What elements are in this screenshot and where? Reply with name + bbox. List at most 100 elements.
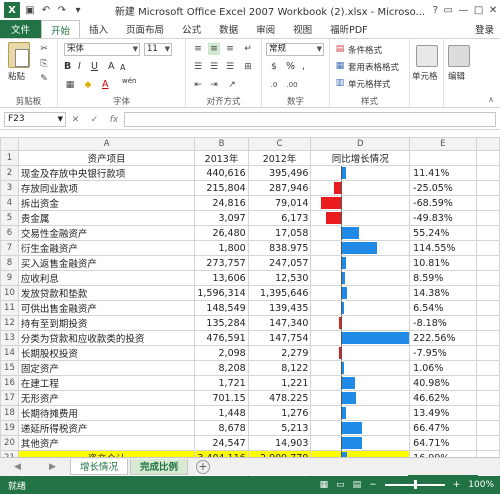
value-2013-cell[interactable]: 1,448 bbox=[194, 405, 249, 421]
cell[interactable] bbox=[475, 300, 500, 316]
align-left-icon[interactable]: ☰ bbox=[192, 61, 204, 73]
row-header[interactable]: 14 bbox=[0, 345, 19, 361]
row-header[interactable]: 18 bbox=[0, 405, 19, 421]
header-cell[interactable] bbox=[409, 150, 477, 166]
growth-percent-cell[interactable]: 6.54% bbox=[409, 300, 477, 316]
column-header-a[interactable]: A bbox=[17, 137, 196, 151]
tab-file[interactable]: 文件 bbox=[0, 20, 42, 38]
value-2012-cell[interactable]: 838.975 bbox=[247, 240, 312, 256]
format-painter-icon[interactable]: ✎ bbox=[38, 73, 50, 85]
value-2012-cell[interactable]: 147,340 bbox=[247, 315, 312, 331]
bold-button[interactable]: B bbox=[64, 61, 71, 72]
header-cell[interactable]: 同比增长情况 bbox=[310, 150, 411, 166]
value-2012-cell[interactable]: 2,279 bbox=[247, 345, 312, 361]
item-cell[interactable]: 交易性金融资产 bbox=[17, 225, 196, 241]
value-2013-cell[interactable]: 701.15 bbox=[194, 390, 249, 406]
value-2012-cell[interactable]: 6,173 bbox=[247, 210, 312, 226]
select-all-corner[interactable] bbox=[0, 137, 19, 151]
growth-percent-cell[interactable]: 114.55% bbox=[409, 240, 477, 256]
tab-data[interactable]: 数据 bbox=[210, 20, 247, 38]
copy-icon[interactable]: ⎘ bbox=[38, 58, 50, 70]
item-cell[interactable]: 分类为贷款和应收款类的投资 bbox=[17, 330, 196, 346]
tab-formulas[interactable]: 公式 bbox=[173, 20, 210, 38]
cell[interactable] bbox=[475, 165, 500, 181]
header-cell[interactable]: 资产项目 bbox=[17, 150, 196, 166]
column-header-b[interactable]: B bbox=[194, 137, 249, 151]
value-2013-cell[interactable]: 148,549 bbox=[194, 300, 249, 316]
font-size-combo[interactable]: 11 ▼ bbox=[144, 43, 172, 56]
row-header[interactable]: 17 bbox=[0, 390, 19, 406]
insert-function-icon[interactable]: fx bbox=[110, 115, 119, 125]
column-header-d[interactable]: D bbox=[310, 137, 411, 151]
orientation-icon[interactable]: ↗ bbox=[226, 79, 238, 91]
increase-indent-icon[interactable]: ⇥ bbox=[208, 79, 220, 91]
value-2012-cell[interactable]: 147,754 bbox=[247, 330, 312, 346]
value-2012-cell[interactable]: 139,435 bbox=[247, 300, 312, 316]
row-header[interactable]: 4 bbox=[0, 195, 19, 211]
font-name-combo[interactable]: 宋体 ▼ bbox=[64, 43, 140, 56]
value-2013-cell[interactable]: 1,800 bbox=[194, 240, 249, 256]
value-2012-cell[interactable]: 1,276 bbox=[247, 405, 312, 421]
item-cell[interactable]: 存放同业款项 bbox=[17, 180, 196, 196]
data-bar-cell[interactable] bbox=[310, 405, 411, 421]
data-bar-cell[interactable] bbox=[310, 255, 411, 271]
growth-percent-cell[interactable]: 55.24% bbox=[409, 225, 477, 241]
value-2012-cell[interactable]: 14,903 bbox=[247, 435, 312, 451]
value-2013-cell[interactable]: 13,606 bbox=[194, 270, 249, 286]
cell[interactable] bbox=[475, 210, 500, 226]
row-header[interactable]: 19 bbox=[0, 420, 19, 436]
find-icon[interactable] bbox=[448, 45, 470, 67]
cell[interactable] bbox=[475, 285, 500, 301]
cell[interactable] bbox=[475, 330, 500, 346]
prev-sheet-icon[interactable]: ◀ bbox=[14, 462, 21, 472]
percent-style-button[interactable]: % bbox=[286, 61, 295, 72]
value-2013-cell[interactable]: 476,591 bbox=[194, 330, 249, 346]
merge-cells-icon[interactable]: ⊞ bbox=[242, 61, 254, 73]
sheet-tab-completion[interactable]: 完成比例 bbox=[130, 458, 189, 475]
cell[interactable] bbox=[475, 360, 500, 376]
ribbon-display-icon[interactable]: ▭ bbox=[444, 5, 453, 16]
zoom-slider[interactable] bbox=[384, 480, 445, 489]
shrink-font-button[interactable]: A bbox=[120, 63, 125, 72]
value-2013-cell[interactable]: 273,757 bbox=[194, 255, 249, 271]
align-right-icon[interactable]: ☰ bbox=[224, 61, 236, 73]
zoom-level[interactable]: 100% bbox=[468, 480, 494, 490]
tab-insert[interactable]: 插入 bbox=[80, 20, 117, 38]
tab-home[interactable]: 开始 bbox=[41, 20, 81, 38]
formula-input[interactable] bbox=[124, 112, 496, 127]
align-top-icon[interactable]: ≡ bbox=[192, 43, 204, 55]
tab-view[interactable]: 视图 bbox=[284, 20, 321, 38]
data-bar-cell[interactable] bbox=[310, 360, 411, 376]
cell[interactable] bbox=[475, 345, 500, 361]
growth-percent-cell[interactable]: 14.38% bbox=[409, 285, 477, 301]
value-2012-cell[interactable]: 247,057 bbox=[247, 255, 312, 271]
format-as-table-button[interactable]: 套用表格格式 bbox=[348, 61, 399, 73]
name-box[interactable]: F23 ▼ bbox=[4, 112, 66, 127]
cell[interactable] bbox=[475, 225, 500, 241]
data-bar-cell[interactable] bbox=[310, 315, 411, 331]
cell[interactable] bbox=[475, 375, 500, 391]
paste-button[interactable]: 粘贴 bbox=[8, 70, 25, 82]
growth-percent-cell[interactable]: 40.98% bbox=[409, 375, 477, 391]
growth-percent-cell[interactable]: 10.81% bbox=[409, 255, 477, 271]
font-color-button[interactable]: A bbox=[102, 79, 109, 90]
value-2012-cell[interactable]: 287,946 bbox=[247, 180, 312, 196]
column-header-f[interactable] bbox=[475, 137, 500, 151]
data-bar-cell[interactable] bbox=[310, 210, 411, 226]
wrap-text-icon[interactable]: ↵ bbox=[242, 43, 254, 55]
data-bar-cell[interactable] bbox=[310, 165, 411, 181]
cell[interactable] bbox=[475, 270, 500, 286]
data-bar-cell[interactable] bbox=[310, 330, 411, 346]
column-header-c[interactable]: C bbox=[247, 137, 312, 151]
item-cell[interactable]: 长期股权投资 bbox=[17, 345, 196, 361]
zoom-in-icon[interactable]: + bbox=[453, 480, 461, 490]
normal-view-icon[interactable]: ▦ bbox=[320, 480, 329, 490]
cell[interactable] bbox=[475, 315, 500, 331]
value-2013-cell[interactable]: 135,284 bbox=[194, 315, 249, 331]
login-link[interactable]: 登录 bbox=[469, 20, 500, 38]
item-cell[interactable]: 持有至到期投资 bbox=[17, 315, 196, 331]
tab-page-layout[interactable]: 页面布局 bbox=[117, 20, 173, 38]
value-2012-cell[interactable]: 1,395,646 bbox=[247, 285, 312, 301]
value-2013-cell[interactable]: 8,208 bbox=[194, 360, 249, 376]
conditional-formatting-button[interactable]: 条件格式 bbox=[348, 44, 382, 56]
